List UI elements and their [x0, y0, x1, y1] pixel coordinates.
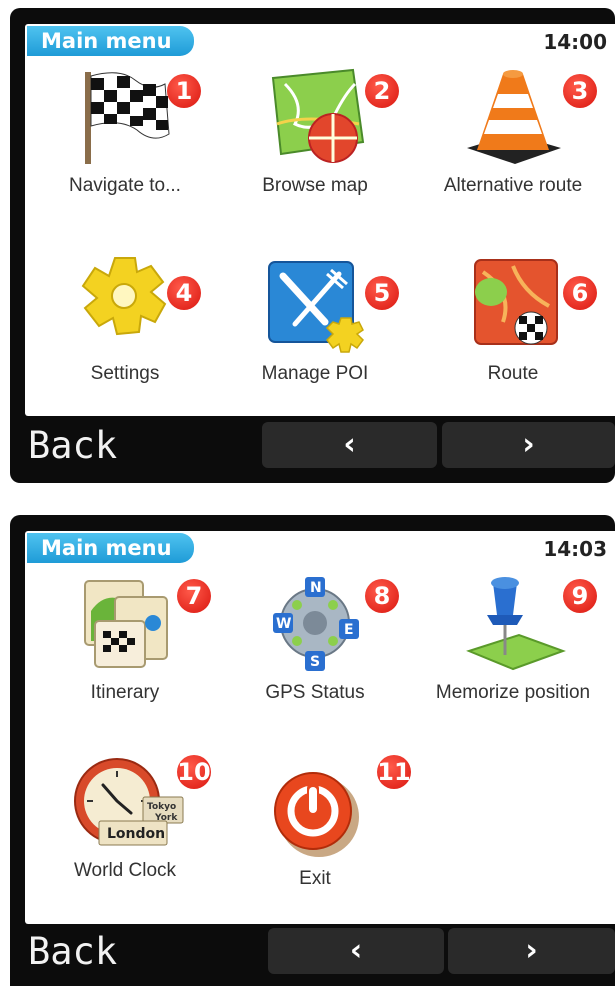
next-page-button[interactable]: ›	[442, 422, 615, 468]
step-badge: 7	[177, 579, 211, 613]
menu-item-label: Memorize position	[435, 682, 591, 703]
next-page-button[interactable]: ›	[448, 928, 615, 974]
menu-item-route[interactable]: Route	[423, 252, 603, 387]
clock-icon: Tokyo York London	[74, 758, 184, 846]
menu-item-label: World Clock	[73, 860, 177, 881]
menu-item-label: Exit	[299, 868, 331, 889]
menu-item-label: Route	[487, 363, 539, 384]
back-button[interactable]: Back	[28, 930, 117, 973]
menu-item-label: Settings	[90, 363, 160, 384]
prev-page-button[interactable]: ‹	[268, 928, 444, 974]
back-button[interactable]: Back	[28, 424, 117, 467]
traffic-cone-icon	[467, 70, 561, 164]
menu-panel: Main menu 14:03 Itinerary 7 N W E S GPS …	[25, 531, 615, 924]
screen-title: Main menu	[27, 26, 194, 56]
step-badge: 2	[365, 74, 399, 108]
step-badge: 4	[167, 276, 201, 310]
menu-item-label: Manage POI	[261, 363, 369, 384]
route-map-icon	[474, 259, 558, 345]
checkered-flag-icon	[85, 72, 170, 164]
prev-page-button[interactable]: ‹	[262, 422, 437, 468]
svg-text:E: E	[344, 622, 354, 638]
menu-item-settings[interactable]: Settings	[35, 252, 215, 387]
step-badge: 6	[563, 276, 597, 310]
bottom-bar: Back ‹ ›	[10, 924, 615, 982]
menu-item-manage-poi[interactable]: Manage POI	[225, 252, 405, 387]
pushpin-icon	[466, 577, 566, 671]
step-badge: 8	[365, 579, 399, 613]
bottom-bar: Back ‹ ›	[10, 418, 615, 476]
step-badge: 1	[167, 74, 201, 108]
clock-time: 14:03	[543, 537, 607, 561]
svg-text:S: S	[310, 654, 320, 670]
step-badge: 9	[563, 579, 597, 613]
svg-text:W: W	[276, 616, 291, 632]
gear-icon	[81, 257, 167, 336]
screen-title: Main menu	[27, 533, 194, 563]
power-icon	[274, 772, 359, 857]
menu-screen-2: Main menu 14:03 Itinerary 7 N W E S GPS …	[10, 515, 615, 986]
itinerary-icon	[84, 580, 168, 668]
compass-icon: N W E S	[273, 577, 359, 671]
clock-sign-top: Tokyo	[147, 802, 176, 812]
clock-sign-main: London	[107, 826, 165, 842]
step-badge: 10	[177, 755, 211, 789]
svg-text:N: N	[310, 580, 322, 596]
clock-time: 14:00	[543, 30, 607, 54]
menu-item-label: Navigate to...	[69, 175, 181, 196]
step-badge: 5	[365, 276, 399, 310]
menu-screen-1: Main menu 14:00 Navigate to... 1 Browse …	[10, 8, 615, 483]
fork-knife-poi-icon	[268, 261, 364, 353]
menu-item-label: Alternative route	[443, 175, 583, 196]
menu-item-label: Browse map	[262, 175, 368, 196]
menu-item-label: GPS Status	[265, 682, 365, 703]
menu-panel: Main menu 14:00 Navigate to... 1 Browse …	[25, 24, 615, 416]
step-badge: 11	[377, 755, 411, 789]
step-badge: 3	[563, 74, 597, 108]
map-icon	[271, 68, 365, 163]
menu-item-label: Itinerary	[90, 682, 160, 703]
